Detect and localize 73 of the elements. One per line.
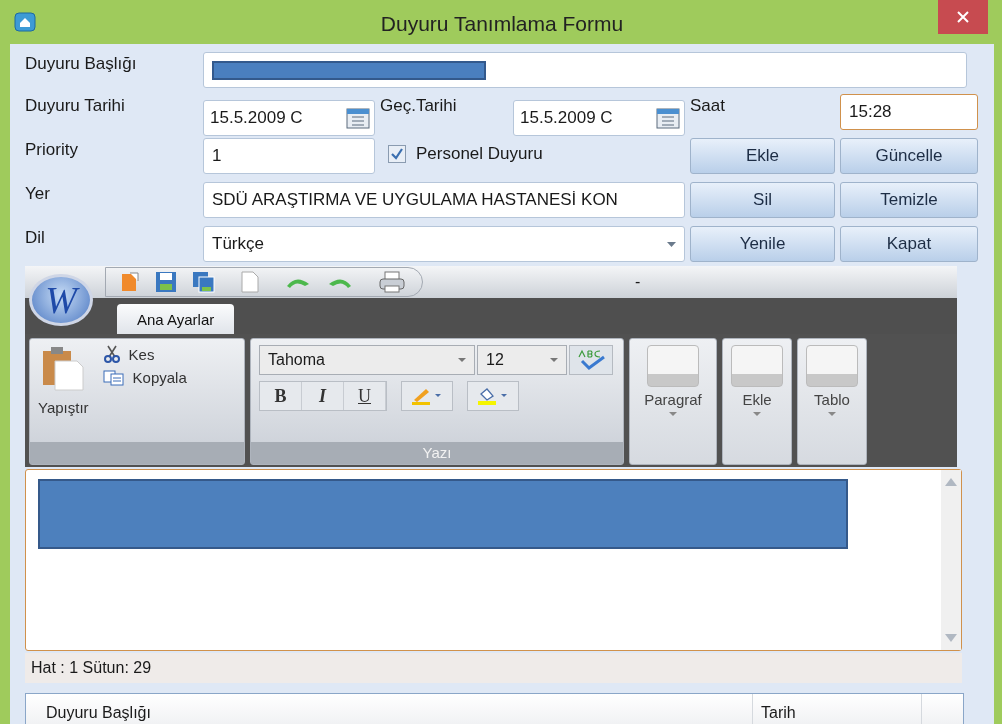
dropdown-arrow-icon — [458, 358, 466, 362]
printer-icon[interactable] — [378, 271, 406, 293]
field-label: Duyuru Tarihi — [25, 95, 126, 116]
action-button[interactable]: Yenile — [690, 226, 835, 262]
ribbon-title: - — [635, 273, 641, 291]
format-button[interactable]: I — [302, 382, 344, 410]
format-button[interactable]: U — [344, 382, 386, 410]
date-picker[interactable]: 15.5.2009 C — [513, 100, 685, 136]
field-label: Dil — [25, 227, 46, 248]
document-icon[interactable] — [120, 271, 140, 293]
fill-color-button[interactable] — [467, 381, 519, 411]
ribbon-dropdown-button[interactable]: Paragraf — [629, 338, 717, 465]
dropdown-arrow-icon — [550, 358, 558, 362]
close-button[interactable] — [938, 0, 988, 34]
copy-icon — [102, 369, 125, 386]
paste-button[interactable]: Yapıştır — [38, 345, 89, 442]
checkbox[interactable] — [388, 145, 406, 163]
spell-check-icon — [576, 349, 606, 371]
scissors-icon — [102, 345, 121, 363]
action-button[interactable]: Sil — [690, 182, 835, 218]
copy-button[interactable]: Kopyala — [102, 369, 187, 386]
font-size-dropdown[interactable]: 12 — [477, 345, 567, 375]
scroll-down-icon[interactable] — [945, 634, 957, 643]
dropdown-arrow-icon — [753, 412, 761, 416]
dropdown-arrow-icon — [828, 412, 836, 416]
blank-icon — [731, 345, 783, 387]
action-button[interactable]: Güncelle — [840, 138, 978, 174]
highlighter-icon — [410, 386, 444, 406]
title-field[interactable] — [203, 52, 967, 88]
cursor-position: Hat : 1 Sütun: 29 — [31, 659, 152, 678]
action-button[interactable]: Temizle — [840, 182, 978, 218]
save-all-icon[interactable] — [192, 271, 216, 293]
calendar-icon — [346, 107, 370, 129]
checkbox-label: Personel Duyuru — [416, 144, 543, 164]
ribbon-dropdown-button[interactable]: Ekle — [722, 338, 792, 465]
field-label: Duyuru Başlığı — [25, 53, 138, 74]
time-field[interactable]: 15:28 — [840, 94, 978, 130]
scroll-up-icon[interactable] — [945, 477, 957, 486]
close-icon — [957, 11, 969, 23]
clipboard-icon — [41, 345, 86, 391]
highlight-button[interactable] — [401, 381, 453, 411]
blank-icon — [647, 345, 699, 387]
column-header[interactable]: Tarih — [753, 694, 922, 724]
calendar-icon — [656, 107, 680, 129]
field-label: Geç.Tarihi — [380, 95, 458, 116]
scrollbar[interactable] — [941, 469, 961, 651]
action-button[interactable]: Kapat — [840, 226, 978, 262]
column-header[interactable]: Duyuru Başlığı — [26, 694, 753, 724]
ribbon-dropdown-button[interactable]: Tablo — [797, 338, 867, 465]
place-field[interactable]: SDÜ ARAŞTIRMA VE UYGULAMA HASTANESİ KON — [203, 182, 685, 218]
field-label: Priority — [25, 139, 79, 160]
dropdown-arrow-icon — [669, 412, 677, 416]
text-editor[interactable] — [25, 468, 962, 652]
action-button[interactable]: Ekle — [690, 138, 835, 174]
new-page-icon[interactable] — [240, 271, 260, 293]
date-picker[interactable]: 15.5.2009 C — [203, 100, 375, 136]
language-dropdown[interactable]: Türkçe — [203, 226, 685, 262]
field-label: Yer — [25, 183, 51, 204]
paint-bucket-icon — [476, 386, 510, 406]
window-title: Duyuru Tanımlama Formu — [380, 12, 624, 36]
save-icon[interactable] — [154, 271, 178, 293]
ribbon-tab[interactable]: Ana Ayarlar — [117, 304, 235, 334]
format-button[interactable]: B — [260, 382, 302, 410]
app-icon — [14, 12, 36, 32]
field-label: Saat — [690, 95, 726, 116]
blank-icon — [806, 345, 858, 387]
spell-check-button[interactable] — [569, 345, 613, 375]
priority-field[interactable]: 1 — [203, 138, 375, 174]
dropdown-arrow-icon — [667, 241, 676, 247]
cut-button[interactable]: Kes — [102, 345, 187, 363]
group-label: Yazı — [422, 444, 452, 462]
application-menu-button[interactable]: W — [29, 274, 93, 326]
font-family-dropdown[interactable]: Tahoma — [259, 345, 475, 375]
